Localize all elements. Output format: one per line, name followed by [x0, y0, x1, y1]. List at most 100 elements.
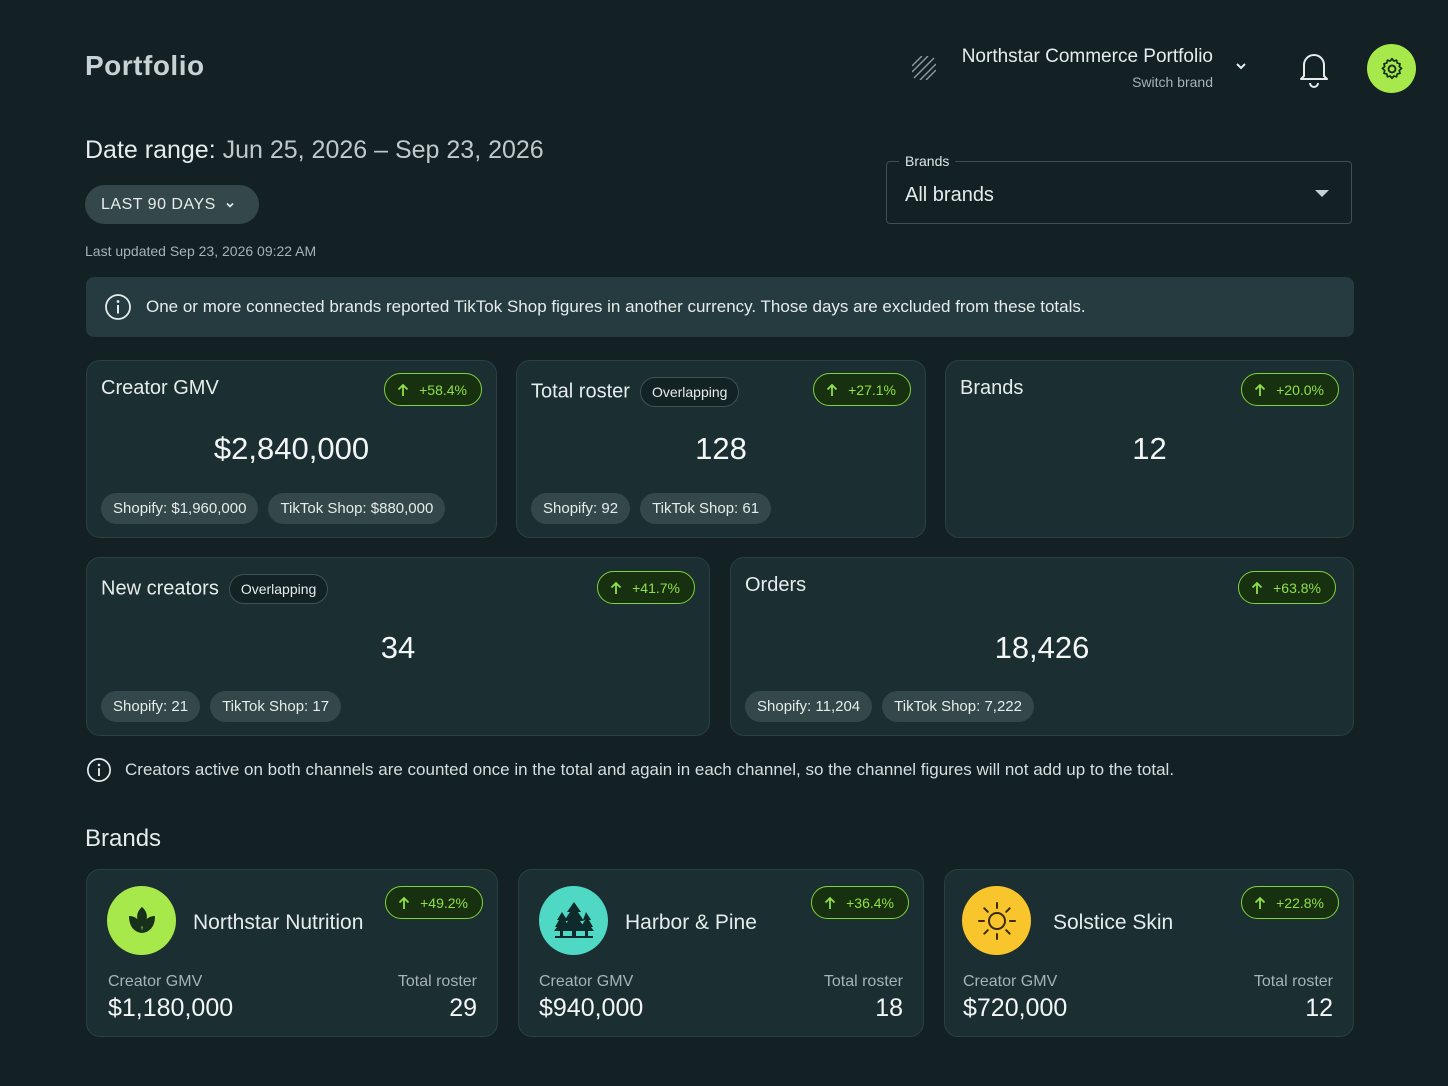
banner-text: One or more connected brands reported Ti… [146, 297, 1086, 316]
leaf-icon [128, 906, 155, 933]
brand-logo [962, 886, 1031, 955]
roster-value: 12 [1305, 994, 1333, 1022]
arrow-up-icon [398, 896, 410, 909]
caret-down-icon [1315, 190, 1329, 197]
info-icon [105, 294, 131, 320]
brand-card-solstice-skin[interactable]: Solstice Skin +22.8% Creator GMV $720,00… [944, 869, 1354, 1037]
roster-label: Total roster [823, 973, 903, 990]
date-preset-button[interactable]: LAST 90 DAYS [85, 185, 259, 224]
portfolio-name: Northstar Commerce Portfolio [961, 46, 1213, 67]
brands-select-legend: Brands [899, 153, 956, 169]
chip-tiktok: TikTok Shop: 7,222 [882, 691, 1034, 722]
delta-value: +63.8% [1273, 579, 1321, 596]
chip-shopify: Shopify: 92 [531, 493, 631, 524]
brands-section-title: Brands [85, 825, 162, 852]
gear-icon [1381, 57, 1402, 79]
overlapping-tag: Overlapping [228, 574, 329, 604]
chip-tiktok: TikTok Shop: $880,000 [268, 493, 446, 524]
stat-title: Orders [745, 574, 807, 596]
note-text: Creators active on both channels are cou… [125, 760, 1175, 779]
last-updated: Last updated Sep 23, 2026 09:22 AM [85, 243, 317, 259]
stat-title-row: Total roster Overlapping [531, 377, 740, 407]
gmv-label: Creator GMV [963, 973, 1058, 990]
chip-tiktok: TikTok Shop: 17 [210, 691, 342, 722]
delta-value: +36.4% [846, 894, 894, 911]
arrow-up-icon [610, 581, 622, 594]
delta-badge: +20.0% [1241, 373, 1339, 406]
arrow-up-icon [1254, 896, 1266, 909]
page-title: Portfolio [85, 50, 205, 81]
portfolio-stripes-icon [912, 56, 936, 80]
brand-name: Solstice Skin [1053, 911, 1174, 934]
brand-card-northstar-nutrition[interactable]: Northstar Nutrition +49.2% Creator GMV $… [86, 869, 498, 1037]
brand-name: Northstar Nutrition [193, 911, 364, 934]
chip-tiktok: TikTok Shop: 61 [640, 493, 772, 524]
delta-value: +27.1% [848, 381, 896, 398]
arrow-up-icon [397, 383, 409, 396]
date-range-value: Jun 25, 2026 – Sep 23, 2026 [222, 136, 544, 164]
stat-value: 128 [695, 431, 747, 466]
brand-name: Harbor & Pine [625, 911, 757, 934]
stat-title: Total roster [531, 380, 630, 403]
brand-logo [539, 886, 608, 955]
gmv-value: $940,000 [539, 994, 644, 1022]
arrow-up-icon [1251, 581, 1263, 594]
delta-value: +49.2% [420, 894, 468, 911]
brand-logo [107, 886, 176, 955]
sun-icon [977, 901, 1016, 940]
delta-badge: +58.4% [384, 373, 482, 406]
switch-brand-label: Switch brand [1132, 74, 1213, 90]
chip-shopify: Shopify: 21 [101, 691, 201, 722]
delta-badge: +63.8% [1238, 571, 1336, 604]
delta-value: +20.0% [1276, 381, 1324, 398]
brands-select[interactable]: Brands All brands [886, 153, 1352, 224]
currency-info-banner: One or more connected brands reported Ti… [86, 277, 1354, 337]
gmv-value: $720,000 [963, 994, 1068, 1022]
gmv-value: $1,180,000 [108, 994, 234, 1022]
delta-badge: +41.7% [597, 571, 695, 604]
delta-badge: +49.2% [385, 886, 483, 919]
brands-select-value: All brands [905, 184, 994, 206]
stat-card-orders: Orders +63.8% 18,426 Shopify: 11,204 Tik… [730, 557, 1354, 736]
date-range-label: Date range: [85, 136, 216, 164]
stat-title-row: New creators Overlapping [101, 574, 329, 604]
delta-badge: +22.8% [1241, 886, 1339, 919]
date-range: Date range: Jun 25, 2026 – Sep 23, 2026 [85, 136, 544, 165]
delta-badge: +36.4% [811, 886, 909, 919]
delta-value: +41.7% [632, 579, 680, 596]
stat-title: Creator GMV [101, 377, 219, 399]
arrow-up-icon [1254, 383, 1266, 396]
arrow-up-icon [824, 896, 836, 909]
chevron-down-icon [226, 202, 234, 208]
brand-card-harbor-pine[interactable]: Harbor & Pine +36.4% Creator GMV $940,00… [518, 869, 924, 1037]
overlapping-tag: Overlapping [639, 377, 740, 407]
gmv-label: Creator GMV [108, 973, 203, 990]
stat-card-new-creators: New creators Overlapping +41.7% 34 Shopif… [86, 557, 710, 736]
overlap-note: Creators active on both channels are cou… [86, 757, 1174, 783]
brand-switcher[interactable]: Northstar Commerce Portfolio Switch bran… [908, 44, 1253, 96]
delta-value: +22.8% [1276, 894, 1324, 911]
pine-trees-icon [553, 901, 594, 938]
chevron-down-icon [1236, 63, 1246, 70]
roster-label: Total roster [397, 973, 477, 990]
settings-button[interactable] [1367, 44, 1416, 93]
stat-value: 12 [1132, 431, 1167, 466]
gmv-label: Creator GMV [539, 973, 634, 990]
stat-card-brands: Brands +20.0% 12 [945, 360, 1354, 538]
stat-card-total-roster: Total roster Overlapping +27.1% 128 Shopi… [516, 360, 926, 538]
date-preset-label: LAST 90 DAYS [101, 195, 216, 213]
info-icon [87, 758, 111, 782]
roster-label: Total roster [1253, 973, 1333, 990]
stat-title: Brands [960, 377, 1024, 399]
delta-value: +58.4% [419, 381, 467, 398]
arrow-up-icon [826, 383, 838, 396]
bell-icon[interactable] [1296, 48, 1332, 88]
stat-value: 34 [380, 630, 416, 665]
stat-title: New creators [101, 577, 219, 600]
delta-badge: +27.1% [813, 373, 911, 406]
chip-shopify: Shopify: 11,204 [745, 691, 873, 722]
roster-value: 29 [449, 994, 477, 1022]
chip-shopify: Shopify: $1,960,000 [101, 493, 259, 524]
stat-value: $2,840,000 [213, 431, 370, 466]
roster-value: 18 [875, 994, 903, 1022]
